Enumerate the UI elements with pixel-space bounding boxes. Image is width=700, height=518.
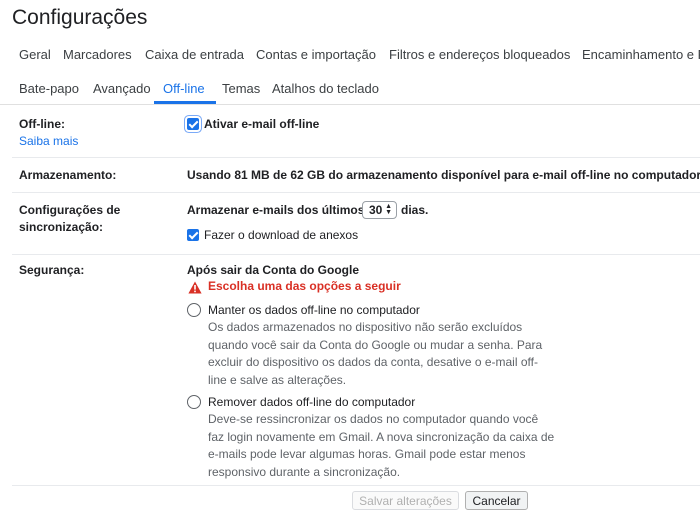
storage-usage-text: Usando 81 MB de 62 GB do armazenamento d… — [187, 168, 700, 182]
tab-offline[interactable]: Off-line — [163, 81, 205, 97]
tab-inbox[interactable]: Caixa de entrada — [145, 47, 244, 63]
section-divider — [12, 485, 700, 486]
tab-chat[interactable]: Bate-papo — [19, 81, 79, 97]
tab-general[interactable]: Geral — [19, 47, 51, 63]
description-line: responsivo durante a sincronização. — [208, 464, 401, 479]
tab-forwarding[interactable]: Encaminhamento e P — [582, 47, 700, 63]
description-line: quando você sair da Conta do Google ou m… — [208, 337, 543, 352]
enable-offline-checkbox[interactable] — [187, 118, 199, 130]
tab-themes[interactable]: Temas — [222, 81, 260, 97]
offline-label: Off-line: — [19, 117, 65, 131]
sync-label-line-1: Configurações de — [19, 203, 121, 217]
security-label: Segurança: — [19, 263, 85, 277]
security-warning-text: Escolha uma das opções a seguir — [208, 279, 401, 293]
learn-more-link[interactable]: Saiba mais — [19, 134, 78, 148]
description-line: e-mails pode levar algumas horas. Gmail … — [208, 447, 526, 461]
remove-offline-data-description: Deve-se ressincronizar os dados no compu… — [208, 411, 563, 481]
save-changes-button[interactable]: Salvar alterações — [352, 491, 459, 510]
tab-filters-blocked[interactable]: Filtros e endereços bloqueados — [389, 47, 570, 63]
keep-offline-data-radio[interactable] — [187, 303, 201, 317]
description-line: line e salve as alterações. — [208, 372, 347, 387]
days-stepper[interactable]: 30 ▲ ▼ — [362, 201, 397, 219]
download-attachments-label: Fazer o download de anexos — [204, 228, 359, 242]
description-line: Deve-se ressincronizar os dados no compu… — [208, 412, 539, 426]
security-heading: Após sair da Conta do Google — [187, 263, 360, 277]
remove-offline-data-radio[interactable] — [187, 395, 201, 409]
remove-offline-data-title: Remover dados off-line do computador — [208, 395, 416, 409]
page-title: Configurações — [12, 6, 148, 29]
store-days-suffix: dias. — [401, 203, 429, 217]
stepper-arrows-icon: ▲ ▼ — [385, 203, 392, 216]
section-divider — [12, 192, 700, 193]
tab-labels[interactable]: Marcadores — [63, 47, 132, 63]
tab-keyboard-shortcuts[interactable]: Atalhos do teclado — [272, 81, 379, 97]
keep-offline-data-title: Manter os dados off-line no computador — [208, 303, 420, 317]
section-divider — [12, 254, 700, 255]
enable-offline-label: Ativar e-mail off-line — [204, 117, 320, 131]
cancel-button[interactable]: Cancelar — [465, 491, 528, 510]
description-line: faz login novamente em Gmail. A nova sin… — [208, 429, 555, 444]
tab-accounts-import[interactable]: Contas e importação — [256, 47, 376, 63]
description-line: Os dados armazenados no dispositivo não … — [208, 320, 523, 334]
description-line: excluir do dispositivo os dados da conta… — [208, 355, 538, 369]
warning-icon — [188, 281, 202, 294]
tabs-divider — [0, 104, 700, 105]
keep-offline-data-description: Os dados armazenados no dispositivo não … — [208, 319, 563, 389]
sync-label-line-2: sincronização: — [19, 220, 104, 234]
store-days-prefix: Armazenar e-mails dos últimos — [187, 203, 365, 217]
tab-advanced[interactable]: Avançado — [93, 81, 151, 97]
days-value: 30 — [369, 203, 383, 217]
storage-label: Armazenamento: — [19, 168, 117, 182]
download-attachments-checkbox[interactable] — [187, 229, 199, 241]
section-divider — [12, 157, 700, 158]
